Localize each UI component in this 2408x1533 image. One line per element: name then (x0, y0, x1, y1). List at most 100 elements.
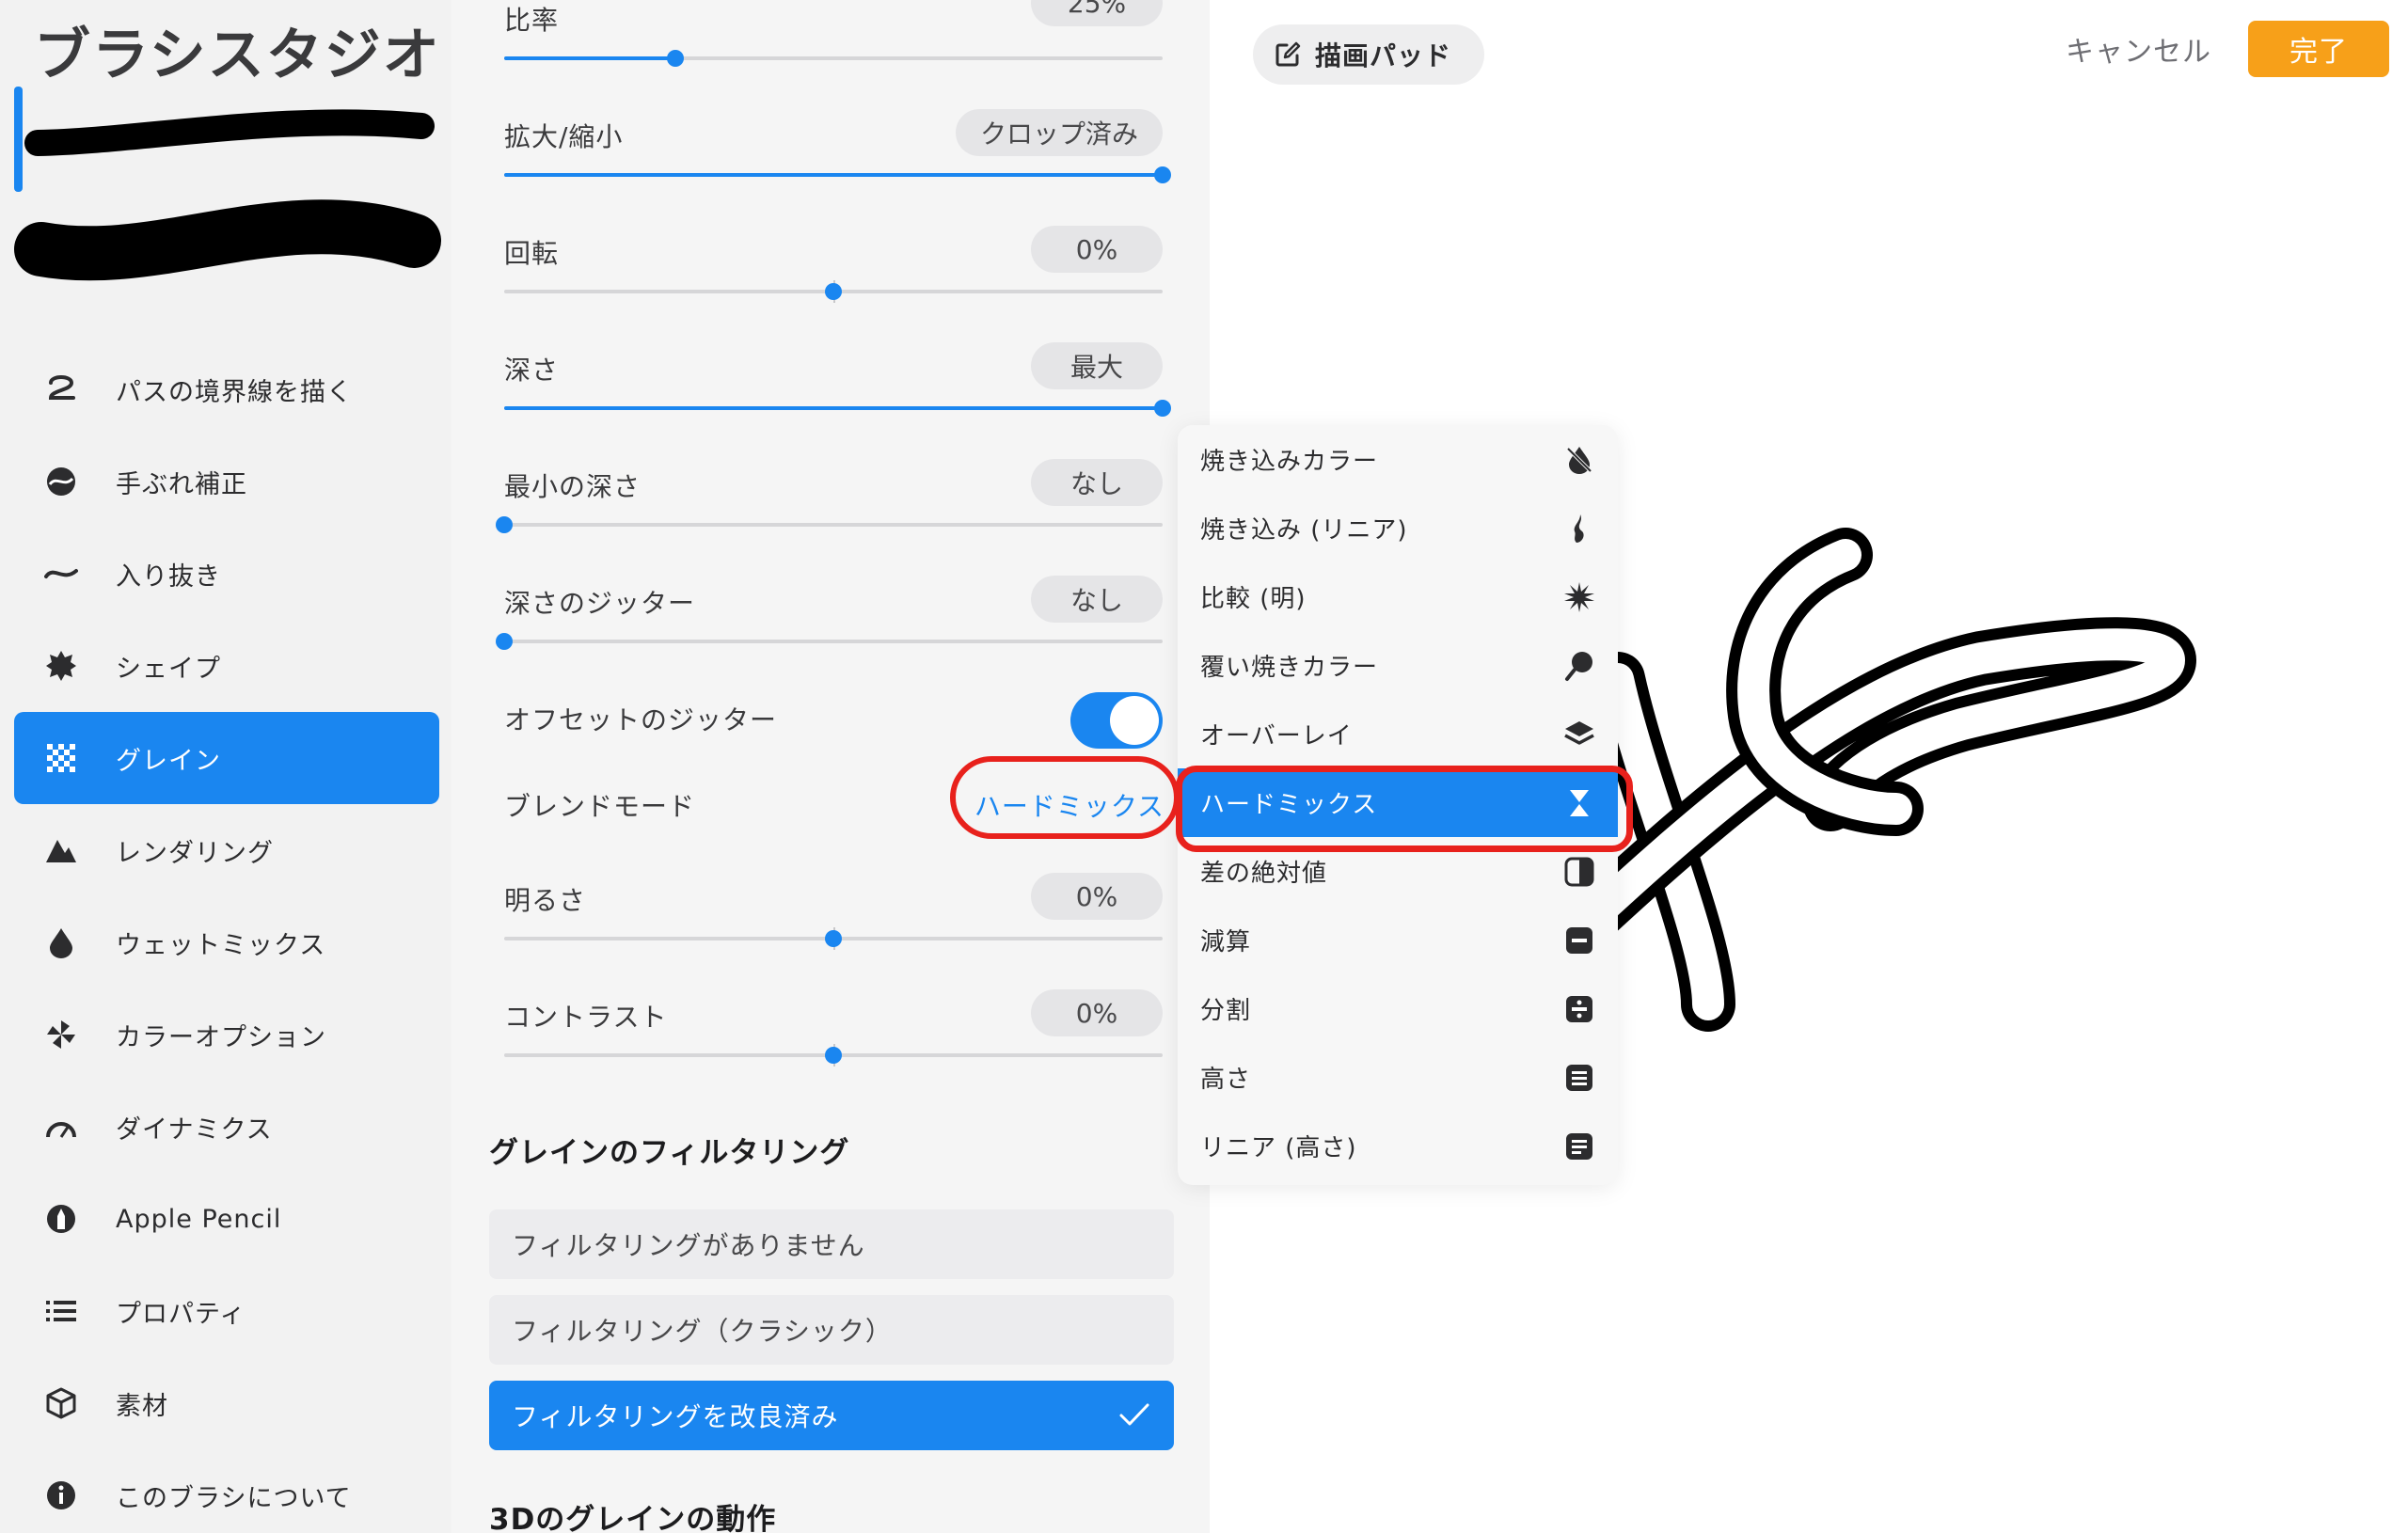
burn-color-icon (1566, 447, 1592, 474)
slider-depth-jitter[interactable]: 深さのジッター なし (496, 572, 1163, 688)
blend-option-divide[interactable]: 分割 (1178, 974, 1618, 1043)
toggle-knob (1110, 696, 1159, 745)
slider-label: 拡大/縮小 (504, 121, 624, 152)
slider-thumb[interactable] (496, 516, 513, 533)
slider-thumb[interactable] (496, 633, 513, 650)
sidebar-item-label: このブラシについて (116, 1483, 352, 1513)
materials-icon (42, 1384, 80, 1422)
brush-stroke-preview[interactable] (0, 85, 452, 301)
slider-fill (504, 56, 675, 60)
blend-option-lighten[interactable]: 比較 (明) (1178, 562, 1618, 631)
filter-option-classic[interactable]: フィルタリング（クラシック） (489, 1295, 1174, 1365)
slider-value-pill[interactable]: なし (1031, 459, 1163, 506)
slider-track[interactable] (504, 1044, 1163, 1067)
sidebar-item-stabilization[interactable]: 手ぶれ補正 (14, 435, 439, 528)
blend-option-label: 分割 (1200, 997, 1252, 1025)
grain-filtering-title: グレインのフィルタリング (489, 1136, 850, 1170)
slider-scale[interactable]: 比率 25% (504, 0, 1163, 105)
sidebar-item-apple-pencil[interactable]: Apple Pencil (14, 1173, 439, 1265)
slider-track[interactable] (504, 166, 1171, 183)
blend-option-overlay[interactable]: オーバーレイ (1178, 700, 1618, 768)
filter-option-label: フィルタリングがありません (512, 1230, 865, 1261)
blend-option-burn-color[interactable]: 焼き込みカラー (1178, 425, 1618, 494)
slider-value-pill[interactable]: 最大 (1031, 342, 1163, 389)
blend-option-hard-mix[interactable]: ハードミックス (1178, 768, 1618, 837)
subtract-icon (1566, 927, 1592, 954)
blend-option-linear-burn[interactable]: 焼き込み (リニア) (1178, 494, 1618, 562)
brush-studio-sidebar: ブラシスタジオ パスの境界線を描く 手ぶれ補正 入り抜き シェイプ グレイン レ… (0, 0, 452, 1533)
sidebar-item-label: 素材 (116, 1391, 168, 1421)
slider-thumb[interactable] (825, 1047, 842, 1064)
slider-track[interactable] (504, 50, 1163, 67)
sidebar-item-materials[interactable]: 素材 (14, 1357, 439, 1449)
slider-thumb[interactable] (825, 930, 842, 947)
sidebar-item-color-options[interactable]: カラーオプション (14, 988, 439, 1081)
sidebar-item-label: ウェットミックス (116, 930, 326, 960)
sidebar-item-rendering[interactable]: レンダリング (14, 804, 439, 896)
wet-mix-icon (42, 924, 80, 961)
drawing-pad-button[interactable]: 描画パッド (1253, 24, 1484, 85)
slider-thumb[interactable] (667, 50, 684, 67)
slider-value-pill[interactable]: 0% (1031, 989, 1163, 1036)
sidebar-item-properties[interactable]: プロパティ (14, 1265, 439, 1357)
slider-value-pill[interactable]: 0% (1031, 873, 1163, 920)
dynamics-icon (42, 1108, 80, 1146)
slider-track[interactable] (496, 516, 1163, 533)
sidebar-item-taper[interactable]: 入り抜き (14, 528, 439, 620)
blend-option-subtract[interactable]: 減算 (1178, 906, 1618, 974)
difference-icon (1564, 857, 1594, 887)
done-button[interactable]: 完了 (2248, 21, 2389, 77)
slider-track[interactable] (504, 927, 1163, 950)
blend-option-dodge-color[interactable]: 覆い焼きカラー (1178, 631, 1618, 700)
slider-value-pill[interactable]: 25% (1031, 0, 1163, 26)
slider-value-pill[interactable]: クロップ済み (955, 109, 1163, 156)
slider-min-depth[interactable]: 最小の深さ なし (496, 455, 1163, 572)
slider-rotation[interactable]: 回転 0% (504, 222, 1163, 339)
sidebar-item-label: グレイン (116, 746, 221, 776)
sidebar-item-dynamics[interactable]: ダイナミクス (14, 1081, 439, 1173)
slider-value-pill[interactable]: 0% (1031, 226, 1163, 273)
blend-option-difference[interactable]: 差の絶対値 (1178, 837, 1618, 906)
slider-track[interactable] (504, 280, 1163, 303)
offset-jitter-toggle[interactable] (1070, 692, 1163, 749)
blend-mode-dropdown[interactable]: 焼き込みカラー 焼き込み (リニア) 比較 (明) 覆い焼きカラー オーバーレイ… (1178, 425, 1618, 1185)
slider-contrast[interactable]: コントラスト 0% (504, 986, 1163, 1102)
slider-thumb[interactable] (1154, 166, 1171, 183)
filter-option-none[interactable]: フィルタリングがありません (489, 1209, 1174, 1279)
slider-thumb[interactable] (1154, 400, 1171, 417)
slider-brightness[interactable]: 明るさ 0% (504, 869, 1163, 986)
blend-option-height[interactable]: 高さ (1178, 1043, 1618, 1112)
sidebar-item-grain[interactable]: グレイン (14, 712, 439, 804)
blend-option-label: 高さ (1200, 1066, 1252, 1094)
blend-option-label: 覆い焼きカラー (1200, 654, 1379, 682)
slider-track[interactable] (496, 633, 1163, 650)
sidebar-item-about-brush[interactable]: このブラシについて (14, 1449, 439, 1533)
linear-height-icon (1566, 1133, 1592, 1160)
slider-zoom[interactable]: 拡大/縮小 クロップ済み (504, 105, 1171, 222)
blend-mode-label: ブレンドモード (504, 791, 696, 822)
sidebar-item-wet-mix[interactable]: ウェットミックス (14, 896, 439, 988)
slider-depth[interactable]: 深さ 最大 (504, 339, 1171, 455)
slider-label: 最小の深さ (504, 471, 642, 502)
sidebar-item-label: プロパティ (116, 1299, 246, 1329)
sidebar-item-shape[interactable]: シェイプ (14, 620, 439, 712)
sidebar-item-stroke-path[interactable]: パスの境界線を描く (14, 343, 439, 435)
cancel-button[interactable]: キャンセル (2066, 28, 2211, 70)
checkmark-icon (1119, 1403, 1149, 1426)
stroke-preview-thick (14, 199, 441, 281)
slider-thumb[interactable] (825, 283, 842, 300)
sidebar-item-label: カラーオプション (116, 1022, 326, 1052)
sidebar-item-label: 入り抜き (116, 561, 221, 592)
blend-mode-value[interactable]: ハードミックス (974, 786, 1164, 824)
filter-option-improved[interactable]: フィルタリングを改良済み (489, 1381, 1174, 1450)
slider-value-pill[interactable]: なし (1031, 576, 1163, 623)
slider-track[interactable] (504, 400, 1171, 417)
slider-fill (504, 173, 1163, 177)
blend-option-label: 焼き込み (リニア) (1200, 516, 1408, 545)
sidebar-item-label: 手ぶれ補正 (116, 469, 247, 499)
blend-option-label: 減算 (1200, 928, 1252, 956)
grain-settings-panel: 比率 25% 拡大/縮小 クロップ済み 回転 0% 深さ 最大 最小の深さ なし (452, 0, 1210, 1533)
grain-icon (42, 739, 80, 777)
height-icon (1566, 1065, 1592, 1091)
blend-option-linear-height[interactable]: リニア (高さ) (1178, 1112, 1618, 1180)
